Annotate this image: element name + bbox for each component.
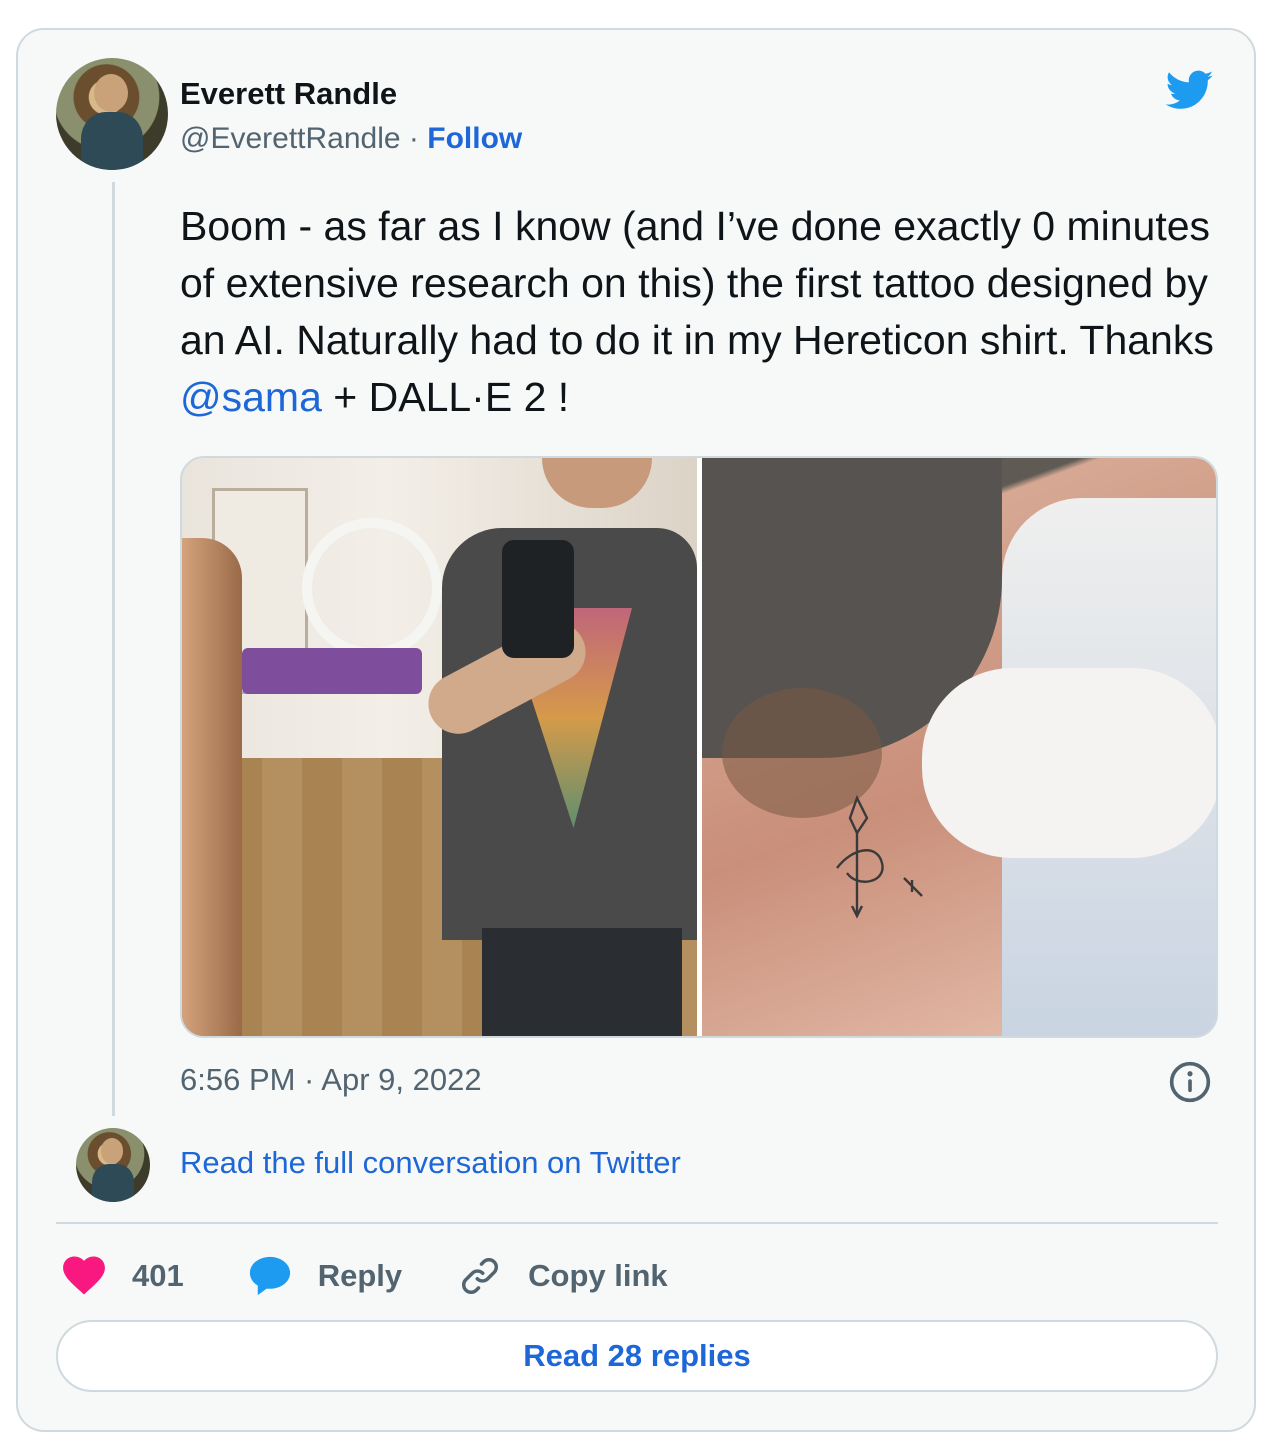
tweet-photo-selfie[interactable] [182,458,697,1036]
tweet-photo-tattoo-closeup[interactable] [702,458,1216,1036]
divider [56,1222,1218,1224]
reply-label: Reply [317,1258,403,1293]
tattoo-mark [836,794,923,919]
like-count: 401 [132,1258,184,1293]
copy-link-label: Copy link [528,1258,668,1293]
link-icon [462,1258,499,1294]
mention-link[interactable]: @sama [180,374,322,420]
action-bar: 401 Reply Copy link [62,1252,668,1300]
author-name[interactable]: Everett Randle [180,76,397,112]
tweet-text-body: Boom - as far as I know (and I’ve done e… [180,203,1214,363]
tweet-text: Boom - as far as I know (and I’ve done e… [180,198,1220,426]
reply-button[interactable]: Reply [248,1255,402,1297]
author-avatar[interactable] [56,58,168,170]
read-conversation-link[interactable]: Read the full conversation on Twitter [180,1145,681,1181]
like-button[interactable]: 401 [62,1256,184,1296]
copy-link-button[interactable]: Copy link [458,1254,668,1298]
author-handle-row: @EverettRandle · Follow [180,122,522,156]
read-replies-button[interactable]: Read 28 replies [56,1320,1218,1392]
tweet-media-grid[interactable] [180,456,1218,1038]
tweet-text-tail: + DALL·E 2 ! [321,374,570,420]
conversation-avatar[interactable] [76,1128,150,1202]
twitter-bird-icon[interactable] [1161,66,1219,114]
heart-icon [63,1256,105,1295]
tweet-embed-card: Everett Randle @EverettRandle · Follow B… [16,28,1256,1432]
follow-button[interactable]: Follow [427,122,522,155]
thread-line [112,182,115,1116]
info-icon[interactable] [1168,1060,1212,1104]
reply-bubble-icon [249,1256,290,1296]
author-handle[interactable]: @EverettRandle [180,122,401,155]
tweet-timestamp[interactable]: 6:56 PM · Apr 9, 2022 [180,1062,482,1098]
separator-dot: · [408,122,419,155]
